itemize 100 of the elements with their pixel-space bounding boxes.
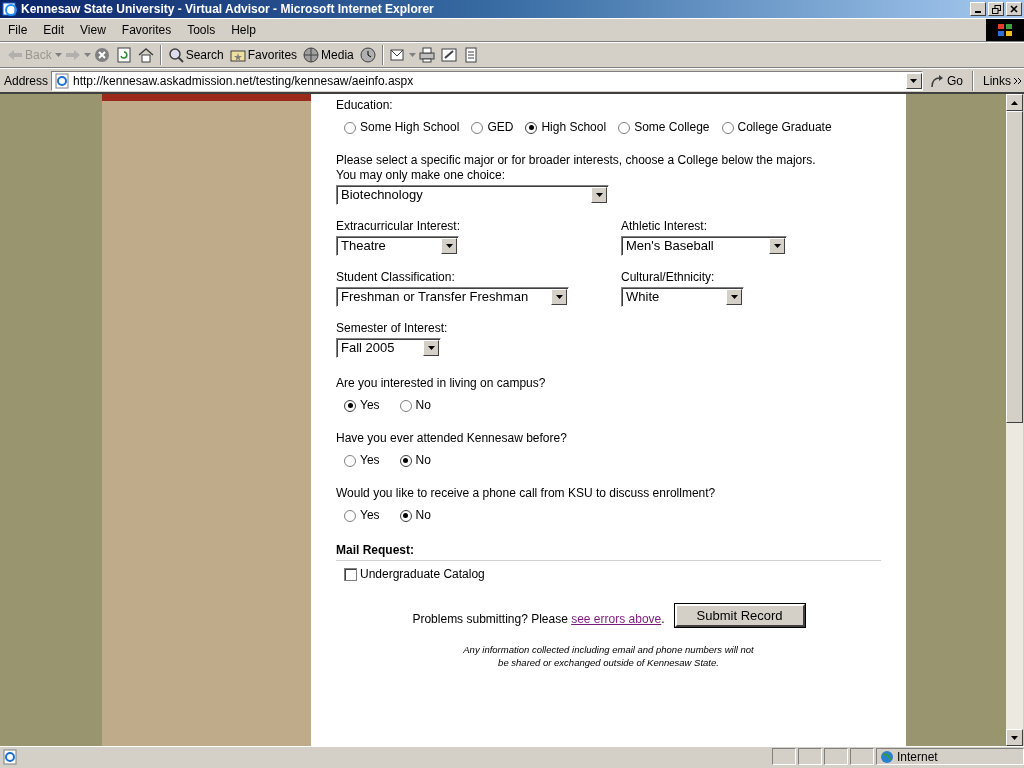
- radio-button[interactable]: [721, 121, 734, 134]
- links-button[interactable]: Links: [980, 71, 1011, 90]
- envelope-icon: [389, 47, 406, 63]
- submit-button[interactable]: Submit Record: [674, 604, 805, 627]
- option-label: High School: [541, 120, 607, 135]
- search-button[interactable]: Search: [164, 46, 227, 64]
- option-label: Yes: [360, 398, 380, 413]
- stop-icon: [93, 47, 110, 63]
- dropdown[interactable]: Men's Baseball: [621, 236, 787, 256]
- windows-flag-icon: [996, 22, 1014, 38]
- page-icon: [2, 748, 18, 765]
- menu-item[interactable]: Edit: [35, 21, 73, 39]
- checkbox[interactable]: [344, 568, 357, 581]
- dropdown-arrow-button[interactable]: [905, 72, 922, 89]
- option-label: Some High School: [360, 120, 460, 135]
- clock-globe-icon: [359, 47, 376, 63]
- checkbox-label: Undergraduate Catalog: [360, 567, 485, 582]
- url-text: http://kennesaw.askadmission.net/testing/kennesaw/aeinfo.aspx: [73, 72, 414, 90]
- disclaimer-text: Any information collected including email and phone numbers will not be shared or exchanged outside of Kennesaw State.: [462, 643, 755, 669]
- browser-logo-icon: [2, 1, 18, 17]
- radio-button[interactable]: [344, 454, 356, 467]
- menu-item[interactable]: Favorites: [113, 21, 180, 39]
- field-label: Extracurricular Interest:: [336, 219, 462, 234]
- caret-icon: [773, 244, 781, 248]
- down-arrow-icon: [1011, 735, 1018, 740]
- menu-item[interactable]: Help: [223, 21, 264, 39]
- dropdown[interactable]: Theatre: [336, 236, 459, 256]
- menu-item[interactable]: View: [72, 21, 114, 39]
- status-pane: [850, 748, 874, 765]
- document-icon: [462, 47, 479, 63]
- edit-page-icon: [440, 47, 457, 63]
- status-pane: [798, 748, 822, 765]
- option-label: Some College: [634, 120, 710, 135]
- globe-icon: [303, 47, 320, 63]
- question-label: Would you like to receive a phone call from KSU to discuss enrollment?: [336, 486, 717, 501]
- field-label: You may only make one choice:: [336, 168, 506, 183]
- globe-icon: [880, 749, 894, 764]
- printer-icon: [418, 47, 435, 63]
- question-label: Are you interested in living on campus?: [336, 376, 547, 391]
- radio-button[interactable]: [344, 121, 356, 134]
- radio-button[interactable]: [618, 121, 631, 134]
- caret-icon: [910, 78, 918, 83]
- option-label: GED: [487, 120, 514, 135]
- radio-button[interactable]: [471, 121, 484, 134]
- go-button[interactable]: Go: [925, 71, 966, 90]
- restore-button[interactable]: [988, 2, 1004, 16]
- option-label: Yes: [360, 508, 380, 523]
- question-label: Have you ever attended Kennesaw before?: [336, 431, 568, 446]
- security-zone-label: Internet: [897, 748, 938, 766]
- radio-button[interactable]: [525, 121, 538, 134]
- dropdown[interactable]: Fall 2005: [336, 338, 441, 358]
- option-label: No: [415, 508, 431, 523]
- up-arrow-icon: [1011, 100, 1018, 105]
- field-label: Student Classification:: [336, 270, 456, 285]
- scrollbar-thumb[interactable]: [1006, 111, 1023, 423]
- field-label: Semester of Interest:: [336, 321, 449, 336]
- caret-icon[interactable]: [83, 53, 91, 57]
- field-label: Please select a specific major or for broader interests, choose a College below the majors.: [336, 153, 817, 168]
- menu-item[interactable]: Tools: [179, 21, 224, 39]
- field-label: Education:: [336, 98, 394, 113]
- close-icon: [1010, 5, 1018, 13]
- caret-icon: [595, 193, 603, 197]
- caret-icon: [445, 244, 453, 248]
- caret-icon: [555, 295, 563, 299]
- caret-icon[interactable]: [54, 53, 62, 57]
- status-pane: [824, 748, 848, 765]
- radio-button[interactable]: [399, 509, 412, 522]
- option-label: College Graduate: [737, 120, 832, 135]
- radio-button[interactable]: [344, 399, 356, 412]
- menu-item[interactable]: File: [0, 21, 36, 39]
- status-pane: [772, 748, 796, 765]
- dropdown[interactable]: White: [621, 287, 744, 307]
- media-button[interactable]: Media: [300, 46, 357, 64]
- radio-button[interactable]: [344, 509, 356, 522]
- scroll-down-button[interactable]: [1006, 729, 1023, 746]
- caret-icon[interactable]: [408, 53, 416, 57]
- radio-button[interactable]: [399, 454, 412, 467]
- field-label: Athletic Interest:: [621, 219, 709, 234]
- chevron-icon[interactable]: [1014, 76, 1022, 85]
- left-arrow-icon: [7, 47, 23, 63]
- submit-note: Problems submitting? Please see errors above.: [412, 611, 665, 627]
- home-icon: [137, 47, 154, 63]
- page-icon: [54, 72, 71, 89]
- radio-button[interactable]: [399, 399, 412, 412]
- right-arrow-icon: [64, 47, 81, 63]
- option-label: Yes: [360, 453, 380, 468]
- curved-arrow-icon: [928, 72, 945, 89]
- dropdown[interactable]: Freshman or Transfer Freshman: [336, 287, 569, 307]
- caret-icon: [730, 295, 738, 299]
- close-button[interactable]: [1006, 2, 1022, 16]
- caret-icon: [427, 346, 435, 350]
- option-label: No: [415, 398, 431, 413]
- address-field[interactable]: http://kennesaw.askadmission.net/testing/kennesaw/aeinfo.aspx: [51, 70, 923, 91]
- scroll-up-button[interactable]: [1006, 94, 1023, 111]
- field-label: Cultural/Ethnicity:: [621, 270, 716, 285]
- dropdown[interactable]: Biotechnology: [336, 185, 609, 205]
- section-heading: Mail Request:: [336, 543, 415, 558]
- restore-icon: [991, 4, 1001, 14]
- favorites-button[interactable]: Favorites: [226, 46, 301, 64]
- minimize-button[interactable]: [970, 2, 986, 16]
